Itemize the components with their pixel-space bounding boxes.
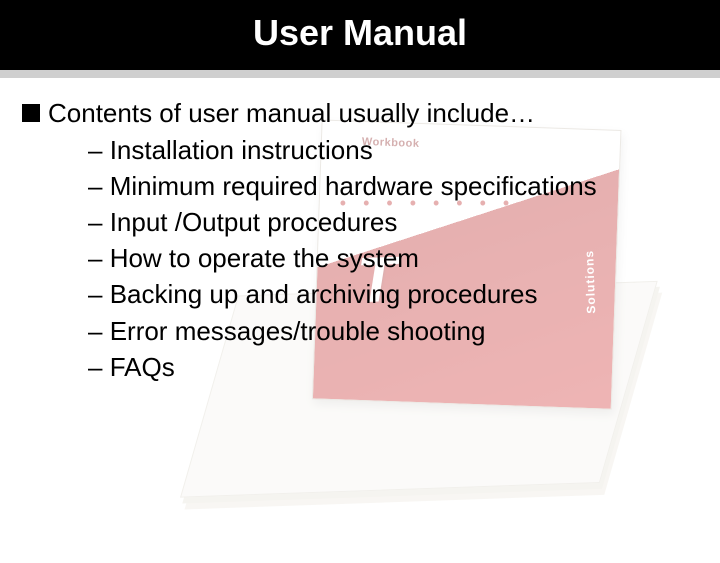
list-item: – Error messages/trouble shooting: [88, 314, 698, 349]
list-item-text: How to operate the system: [110, 243, 419, 273]
list-item-text: Backing up and archiving procedures: [110, 279, 538, 309]
content-area: Contents of user manual usually include……: [0, 70, 720, 385]
sub-list: – Installation instructions – Minimum re…: [22, 133, 698, 385]
list-item-text: Installation instructions: [110, 135, 373, 165]
list-item: – How to operate the system: [88, 241, 698, 276]
list-item-text: FAQs: [110, 352, 175, 382]
list-item-text: Input /Output procedures: [110, 207, 398, 237]
list-item-text: Error messages/trouble shooting: [110, 316, 486, 346]
list-item: – Backing up and archiving procedures: [88, 277, 698, 312]
lead-bullet-row: Contents of user manual usually include…: [22, 96, 698, 131]
slide-title-bar: User Manual: [0, 0, 720, 70]
slide-title: User Manual: [253, 12, 467, 53]
lead-text: Contents of user manual usually include…: [48, 96, 535, 131]
square-bullet-icon: [22, 104, 40, 122]
list-item-text: Minimum required hardware specifications: [110, 171, 597, 201]
list-item: – Minimum required hardware specificatio…: [88, 169, 698, 204]
list-item: – Input /Output procedures: [88, 205, 698, 240]
list-item: – FAQs: [88, 350, 698, 385]
list-item: – Installation instructions: [88, 133, 698, 168]
